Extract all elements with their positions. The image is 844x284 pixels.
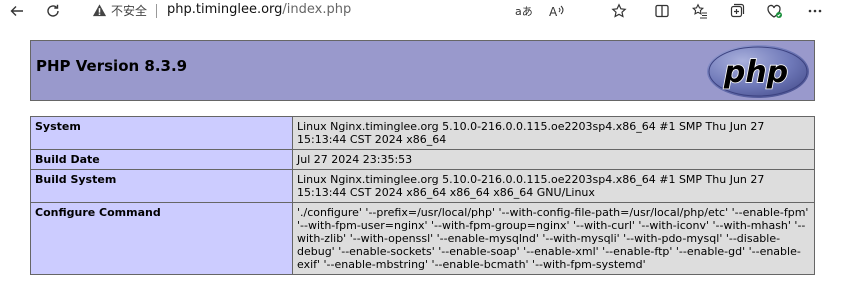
translate-icon[interactable]: aあ	[513, 0, 535, 22]
favorite-star-icon[interactable]	[608, 0, 630, 22]
refresh-icon[interactable]	[42, 0, 64, 22]
page-title: PHP Version 8.3.9	[36, 57, 188, 75]
php-logo[interactable]: php	[706, 44, 810, 99]
address-divider	[156, 4, 157, 18]
row-value: Jul 27 2024 23:35:53	[292, 149, 815, 170]
row-key: Build System	[30, 169, 293, 203]
row-key: System	[30, 116, 293, 150]
collections-icon[interactable]	[726, 0, 748, 22]
table-row: Configure Command './configure' '--prefi…	[30, 202, 815, 275]
browser-toolbar: 不安全 php.timinglee.org/index.php aあ A	[0, 0, 844, 24]
table-row: Build System Linux Nginx.timinglee.org 5…	[30, 169, 815, 203]
svg-text:aあ: aあ	[515, 5, 533, 18]
security-label[interactable]: 不安全	[111, 2, 147, 19]
table-row: Build Date Jul 27 2024 23:35:53	[30, 149, 815, 170]
more-options-icon[interactable]	[804, 0, 826, 22]
row-key: Build Date	[30, 149, 293, 170]
back-icon[interactable]	[6, 0, 28, 22]
svg-text:A: A	[549, 5, 558, 18]
row-value: Linux Nginx.timinglee.org 5.10.0-216.0.0…	[292, 116, 815, 150]
row-key: Configure Command	[30, 202, 293, 275]
warning-icon	[92, 4, 107, 17]
read-aloud-icon[interactable]: A	[546, 0, 568, 22]
php-version-header: PHP Version 8.3.9 php	[30, 40, 815, 101]
favorites-list-icon[interactable]	[689, 0, 711, 22]
url-path: /index.php	[282, 2, 352, 17]
row-value: Linux Nginx.timinglee.org 5.10.0-216.0.0…	[292, 169, 815, 203]
url-text[interactable]: php.timinglee.org/index.php	[167, 2, 351, 17]
table-row: System Linux Nginx.timinglee.org 5.10.0-…	[30, 116, 815, 150]
php-logo-text: php	[723, 55, 788, 90]
browser-essentials-icon[interactable]	[764, 0, 786, 22]
php-info-table: System Linux Nginx.timinglee.org 5.10.0-…	[30, 116, 815, 275]
url-domain: php.timinglee.org	[167, 2, 283, 17]
split-screen-icon[interactable]	[651, 0, 673, 22]
row-value: './configure' '--prefix=/usr/local/php' …	[292, 202, 815, 275]
phpinfo-page: PHP Version 8.3.9 php	[30, 40, 815, 101]
